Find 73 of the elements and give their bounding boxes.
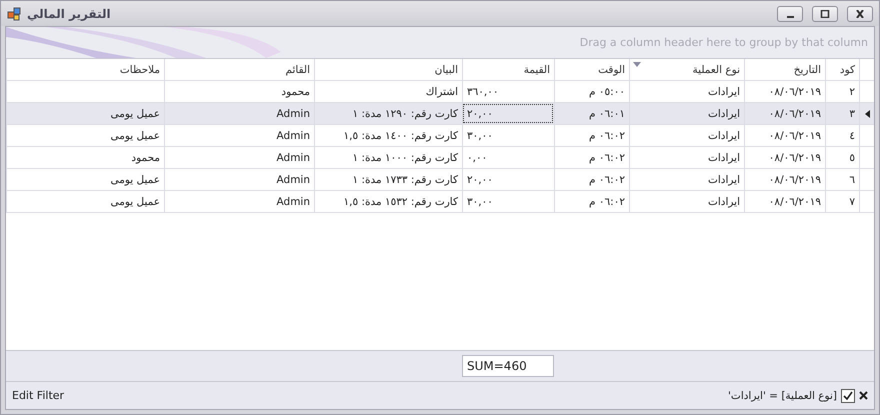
column-header[interactable]: كود — [825, 59, 859, 80]
table-cell: ٠٦:٠١ م — [554, 103, 629, 124]
table-cell: ٦ — [825, 169, 859, 190]
table-cell: ٣٠,٠٠ — [462, 191, 554, 212]
table-cell: Admin — [164, 191, 314, 212]
table-cell: ايرادات — [629, 169, 744, 190]
filter-icon[interactable] — [633, 62, 641, 68]
table-cell: عميل يومى — [6, 103, 164, 124]
maximize-button[interactable] — [812, 6, 838, 22]
window-title: التقرير المالي — [27, 6, 111, 20]
table-cell: كارت رقم: ١٧٣٣ مدة: ١ — [314, 169, 462, 190]
summary-field: SUM=460 — [462, 355, 554, 377]
close-filter-icon[interactable] — [859, 391, 868, 400]
table-cell: ٣٠,٠٠ — [462, 125, 554, 146]
table-cell: ٠,٠٠ — [462, 147, 554, 168]
minimize-button[interactable] — [777, 6, 803, 22]
table-cell: Admin — [164, 147, 314, 168]
table-cell: ٠٥:٠٠ م — [554, 81, 629, 102]
table-cell: كارت رقم: ١٠٠٠ مدة: ١ — [314, 147, 462, 168]
filter-expression: [نوع العملية] = 'ايرادات' — [728, 390, 837, 402]
table-cell: ٤ — [825, 125, 859, 146]
table-cell: ٠٨/٠٦/٢٠١٩ — [744, 169, 825, 190]
table-cell: ٠٦:٠٢ م — [554, 191, 629, 212]
table-cell: ايرادات — [629, 191, 744, 212]
close-icon — [855, 10, 865, 18]
table-cell: ايرادات — [629, 81, 744, 102]
table-cell: اشتراك — [314, 81, 462, 102]
table-cell: Admin — [164, 125, 314, 146]
table-cell: ٢٠,٠٠ — [462, 103, 554, 124]
table-cell: ٠٨/٠٦/٢٠١٩ — [744, 147, 825, 168]
table-cell: محمود — [6, 147, 164, 168]
column-header[interactable]: القيمة — [462, 59, 554, 80]
close-button[interactable] — [847, 6, 873, 22]
table-cell: Admin — [164, 169, 314, 190]
table-cell: كارت رقم: ١٢٩٠ مدة: ١ — [314, 103, 462, 124]
table-cell: Admin — [164, 103, 314, 124]
table-cell: عميل يومى — [6, 169, 164, 190]
table-cell: ايرادات — [629, 147, 744, 168]
maximize-icon — [820, 10, 830, 18]
table-cell: ٠٨/٠٦/٢٠١٩ — [744, 81, 825, 102]
column-header[interactable]: التاريخ — [744, 59, 825, 80]
table-cell: ٠٨/٠٦/٢٠١٩ — [744, 103, 825, 124]
table-cell: ٠٨/٠٦/٢٠١٩ — [744, 125, 825, 146]
table-cell: كارت رقم: ١٥٣٢ مدة: ١,٥ — [314, 191, 462, 212]
column-header[interactable]: البيان — [314, 59, 462, 80]
table-cell: عميل يومى — [6, 125, 164, 146]
group-hint: Drag a column header here to group by that column — [580, 36, 868, 49]
table-cell: ٠٨/٠٦/٢٠١٩ — [744, 191, 825, 212]
table-cell: ٢٠,٠٠ — [462, 169, 554, 190]
table-cell: ايرادات — [629, 103, 744, 124]
table-cell: ٣٦٠,٠٠ — [462, 81, 554, 102]
table-cell: ٢ — [825, 81, 859, 102]
table-cell: ٥ — [825, 147, 859, 168]
table-cell: ٠٦:٠٢ م — [554, 147, 629, 168]
minimize-icon — [786, 16, 794, 18]
table-cell: ٠٦:٠٢ م — [554, 125, 629, 146]
table-cell: ٠٦:٠٢ م — [554, 169, 629, 190]
edit-filter-link[interactable]: Edit Filter — [12, 389, 64, 402]
column-header[interactable]: نوع العملية — [629, 59, 744, 80]
table-cell: عميل يومى — [6, 191, 164, 212]
column-header[interactable]: الوقت — [554, 59, 629, 80]
column-header[interactable]: ملاحظات — [6, 59, 164, 80]
table-cell: كارت رقم: ١٤٠٠ مدة: ١,٥ — [314, 125, 462, 146]
filter-checkbox[interactable] — [841, 388, 855, 402]
app-icon — [7, 6, 21, 20]
column-header[interactable]: القائم — [164, 59, 314, 80]
table-cell: ٧ — [825, 191, 859, 212]
table-cell: ٣ — [825, 103, 859, 124]
table-cell: ايرادات — [629, 125, 744, 146]
current-row-icon — [864, 110, 870, 118]
table-cell: محمود — [164, 81, 314, 102]
table-row[interactable]: ٢ ٠٨/٠٦/٢٠١٩ ايرادات ٠٥:٠٠ م ٣٦٠,٠٠ اشتراك محمود — [6, 81, 874, 103]
check-icon — [843, 390, 853, 400]
